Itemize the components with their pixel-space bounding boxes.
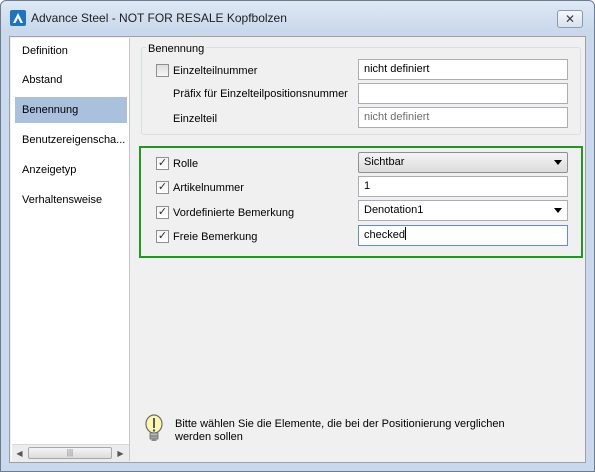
sidebar-horizontal-scrollbar[interactable]: ◀ ||| ▶ — [12, 444, 129, 462]
text-caret — [404, 227, 406, 240]
close-button[interactable]: ✕ — [557, 10, 583, 28]
sidebar-item-benennung[interactable]: Benennung — [15, 97, 127, 123]
scrollbar-thumb[interactable]: ||| — [28, 447, 112, 459]
sidebar-item-abstand[interactable]: Abstand — [15, 67, 127, 93]
sidebar-item-anzeigetyp[interactable]: Anzeigetyp — [15, 157, 127, 183]
rolle-checkbox[interactable]: ✓ — [156, 157, 169, 170]
vordefinierte-bemerkung-dropdown[interactable]: Denotation1 — [358, 200, 568, 221]
vordefinierte-bemerkung-label: Vordefinierte Bemerkung — [173, 207, 295, 219]
vordefinierte-bemerkung-value: Denotation1 — [364, 204, 424, 216]
advance-steel-logo-icon — [10, 10, 26, 26]
hint-text: Bitte wählen Sie die Elemente, die bei d… — [175, 418, 505, 443]
scroll-left-icon[interactable]: ◀ — [12, 445, 27, 462]
praefix-label: Präfix für Einzelteilpositionsnummer — [173, 88, 348, 100]
dialog-client: Definition Abstand Benennung Benutzereig… — [9, 36, 586, 463]
scroll-right-icon[interactable]: ▶ — [113, 445, 128, 462]
grip-icon: ||| — [66, 448, 74, 457]
rolle-label: Rolle — [173, 158, 199, 170]
einzelteil-field[interactable]: nicht definiert — [358, 107, 568, 128]
dialog-window: Advance Steel - NOT FOR RESALE Kopfbolze… — [0, 0, 595, 472]
chevron-down-icon — [554, 208, 562, 213]
einzelteilnummer-field[interactable]: nicht definiert — [358, 59, 568, 80]
close-icon: ✕ — [564, 12, 576, 26]
einzelteil-label: Einzelteil — [173, 113, 218, 125]
einzelteilnummer-label: Einzelteilnummer — [173, 65, 258, 77]
praefix-field[interactable] — [358, 83, 568, 104]
freie-bemerkung-value: checked — [364, 229, 405, 241]
freie-bemerkung-checkbox[interactable]: ✓ — [156, 230, 169, 243]
sidebar-item-definition[interactable]: Definition — [15, 38, 127, 64]
rolle-dropdown[interactable]: Sichtbar — [358, 152, 568, 173]
artikelnummer-field[interactable]: 1 — [358, 176, 568, 197]
rolle-value: Sichtbar — [364, 156, 405, 168]
title-bar[interactable]: Advance Steel - NOT FOR RESALE Kopfbolze… — [1, 1, 594, 35]
sidebar-item-benutzereigenschaften[interactable]: Benutzereigenscha... — [15, 127, 127, 153]
freie-bemerkung-field[interactable]: checked — [358, 225, 568, 246]
lightbulb-icon — [145, 414, 163, 441]
window-title: Advance Steel - NOT FOR RESALE Kopfbolze… — [31, 11, 287, 25]
category-sidebar: Definition Abstand Benennung Benutzereig… — [11, 38, 130, 462]
sidebar-item-verhaltensweise[interactable]: Verhaltensweise — [15, 187, 127, 213]
vordefinierte-bemerkung-checkbox[interactable]: ✓ — [156, 206, 169, 219]
group-title: Benennung — [146, 43, 207, 55]
benennung-panel: Benennung Einzelteilnummer nicht definie… — [131, 38, 585, 461]
chevron-down-icon — [554, 160, 562, 165]
artikelnummer-label: Artikelnummer — [173, 182, 244, 194]
artikelnummer-checkbox[interactable]: ✓ — [156, 181, 169, 194]
einzelteilnummer-checkbox[interactable] — [156, 64, 169, 77]
freie-bemerkung-label: Freie Bemerkung — [173, 231, 258, 243]
